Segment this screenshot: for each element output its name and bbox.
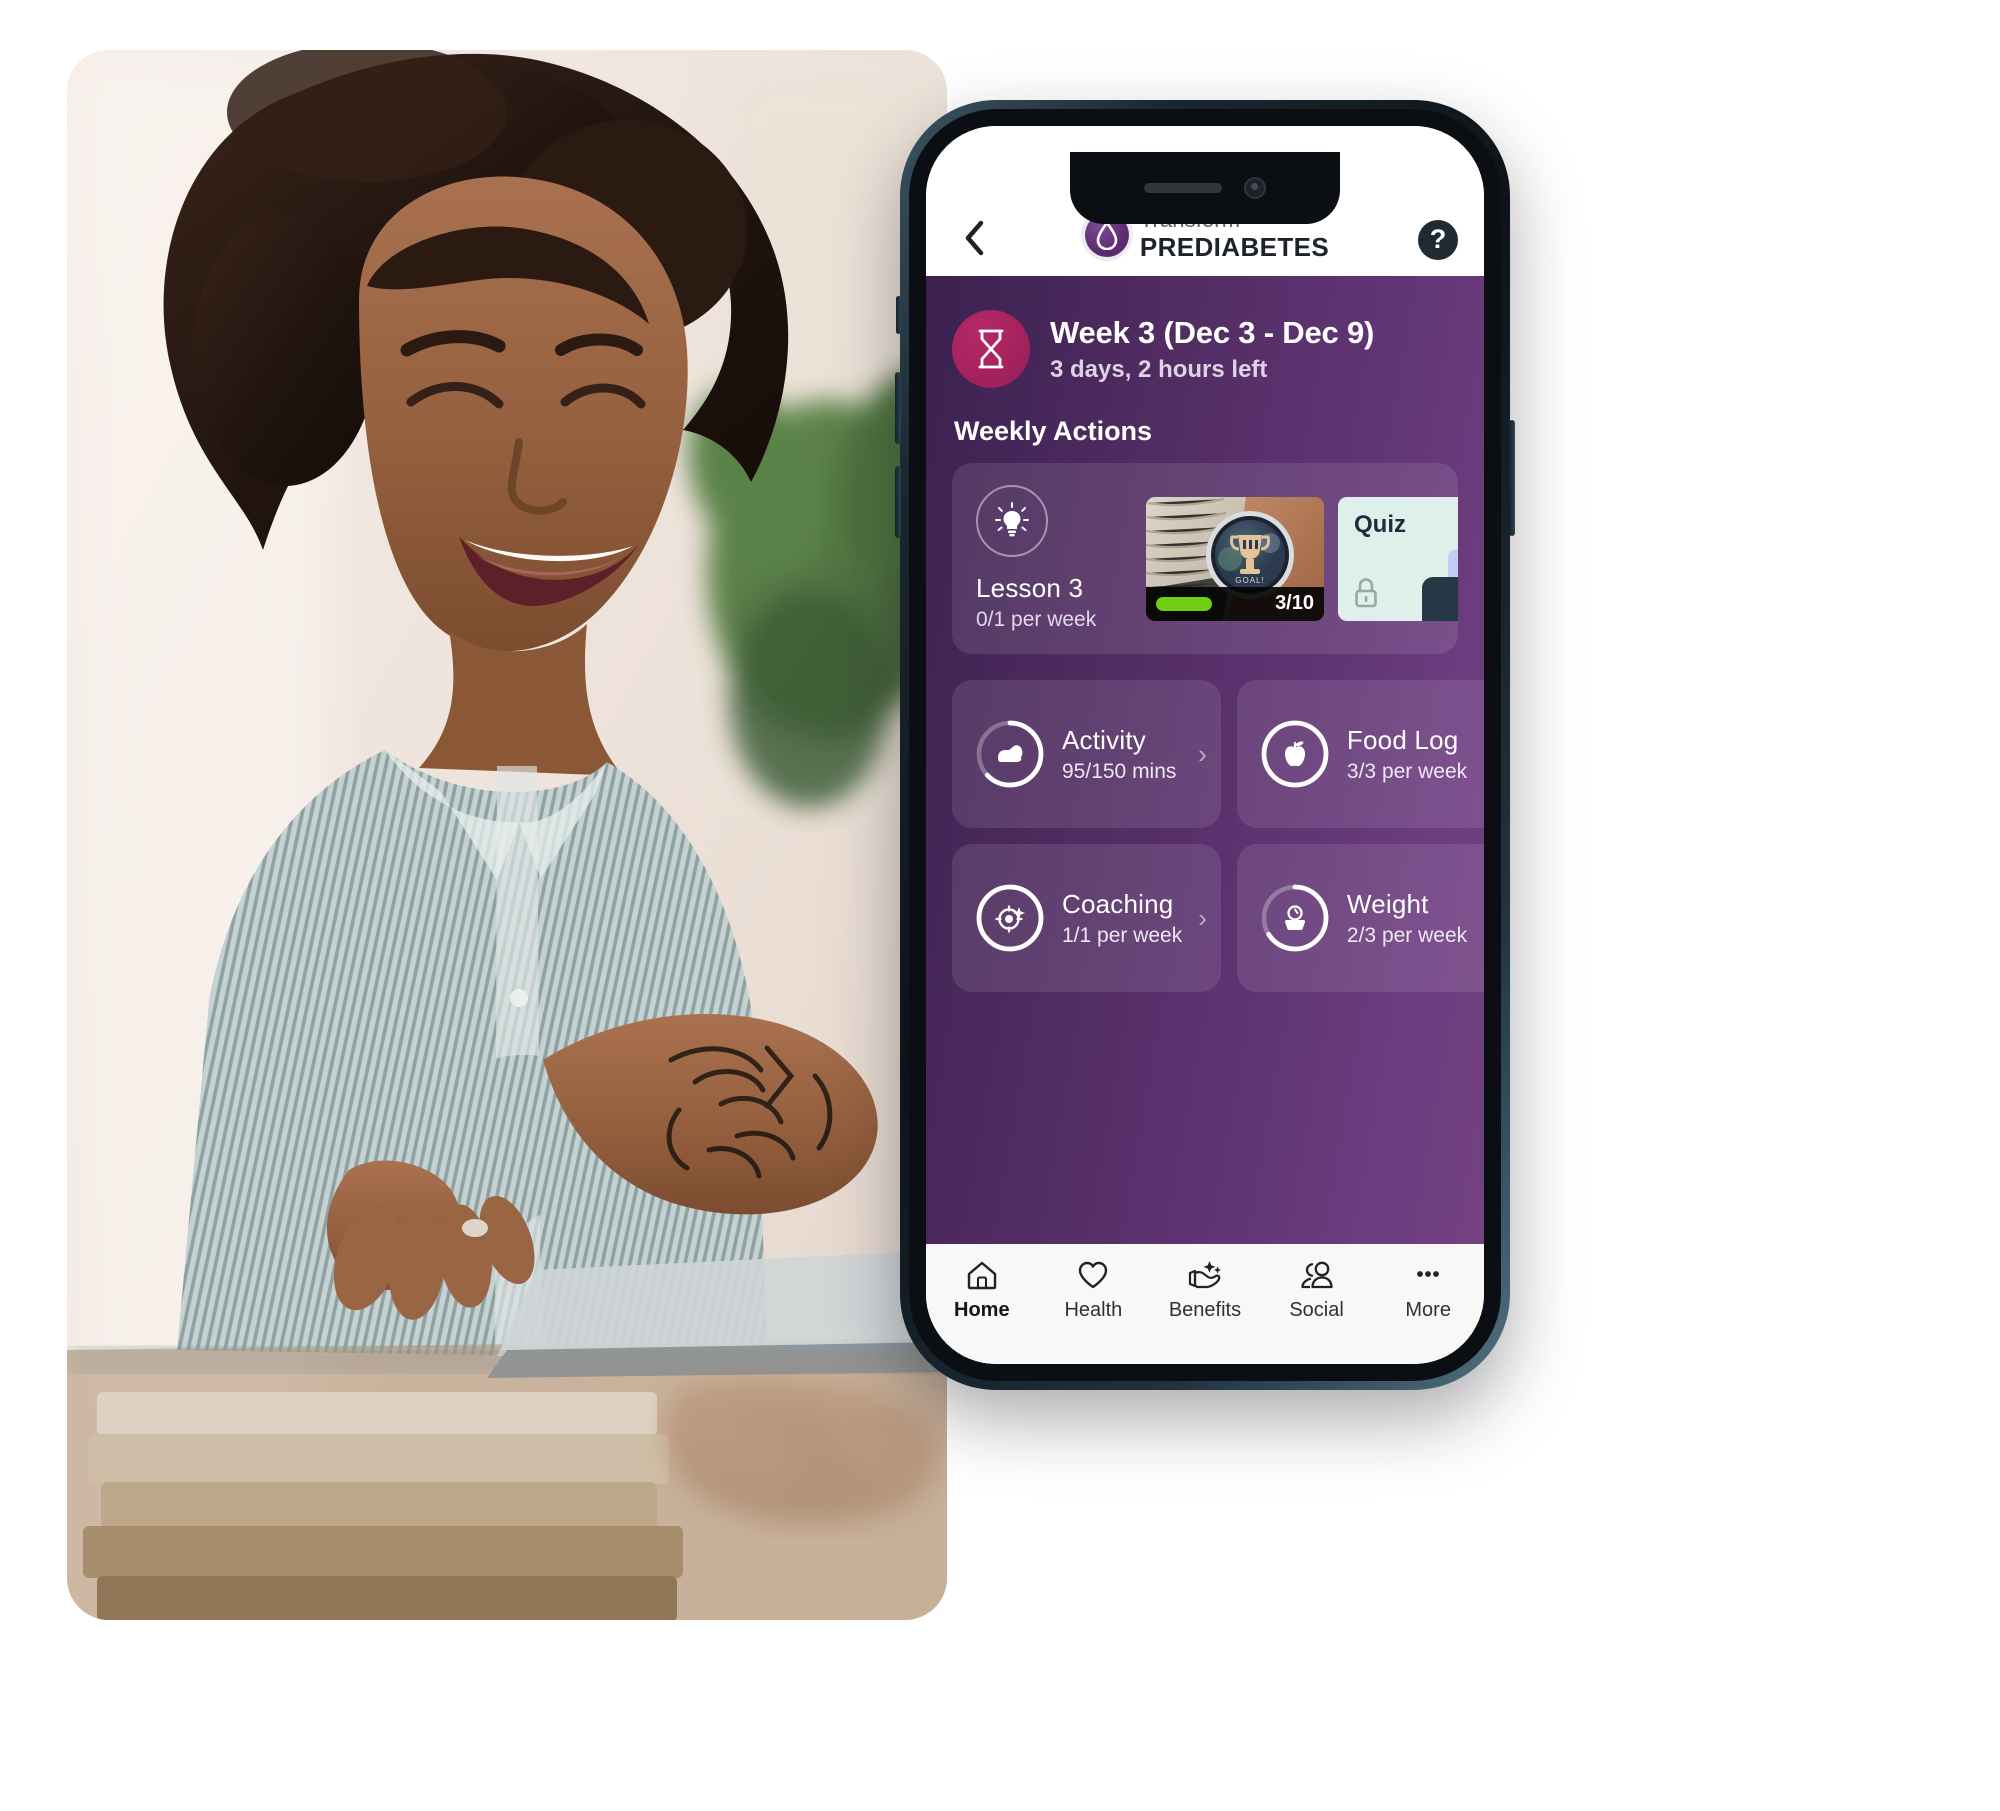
shoe-glyph <box>998 745 1023 762</box>
foodlog-text: Food Log 3/3 per week <box>1347 725 1467 784</box>
phone-screen: Transform PREDIABETES ? Week 3 ( <box>926 126 1484 1364</box>
hero-photo <box>67 50 947 1620</box>
heart-icon <box>1077 1258 1109 1292</box>
lesson-name: Lesson 3 <box>976 573 1084 603</box>
tab-more[interactable]: More <box>1372 1258 1484 1322</box>
tab-benefits[interactable]: Benefits <box>1149 1258 1261 1322</box>
ellipsis-glyph <box>1417 1271 1440 1277</box>
app-content: Week 3 (Dec 3 - Dec 9) 3 days, 2 hours l… <box>926 276 1484 1244</box>
hand-sparkle-glyph <box>1188 1261 1221 1289</box>
chevron-right-icon: › <box>1198 903 1207 933</box>
help-button[interactable]: ? <box>1418 220 1458 260</box>
power-button[interactable] <box>1509 420 1515 536</box>
apple-glyph <box>1284 741 1305 767</box>
week-countdown: 3 days, 2 hours left <box>1050 355 1268 383</box>
lesson-frequency: 0/1 per week <box>976 608 1097 631</box>
earpiece-speaker <box>1144 183 1222 193</box>
coach-target-icon <box>995 903 1025 933</box>
ellipsis-icon <box>1412 1258 1444 1292</box>
coaching-value: 1/1 per week <box>1062 923 1183 947</box>
coaching-name: Coaching <box>1062 888 1174 919</box>
lightbulb-glyph <box>995 502 1029 537</box>
home-icon <box>966 1258 998 1292</box>
week-title: Week 3 (Dec 3 - Dec 9) <box>1050 314 1375 350</box>
front-camera-icon <box>1244 177 1266 199</box>
chevron-right-icon: › <box>1483 905 1484 931</box>
lock-glyph <box>1355 577 1377 607</box>
quiz-thumbnail[interactable]: Quiz <box>1338 496 1458 621</box>
tab-social[interactable]: Social <box>1261 1258 1373 1322</box>
phone-mockup: Transform PREDIABETES ? Week 3 ( <box>895 100 1515 1390</box>
lock-icon <box>1352 577 1380 609</box>
quiz-shape-dark <box>1422 576 1458 621</box>
activity-value: 95/150 mins <box>1062 759 1177 783</box>
water-drop-glyph <box>1096 221 1118 250</box>
metrics-grid: Activity 95/150 mins › Food Log 3/3 per … <box>952 680 1484 992</box>
weight-value: 2/3 per week <box>1346 923 1468 947</box>
people-glyph <box>1300 1261 1333 1289</box>
weight-progress-ring <box>1259 882 1331 954</box>
foodlog-progress-ring <box>1259 718 1331 790</box>
metric-card-coaching[interactable]: Coaching 1/1 per week › <box>952 844 1221 992</box>
mute-switch[interactable] <box>896 296 901 334</box>
lesson-thumbnails: GOAL! 3/10 Quiz <box>1146 496 1458 621</box>
coach-target-glyph <box>995 905 1025 933</box>
lesson-progress-count: 3/10 <box>1275 592 1314 614</box>
quiz-label: Quiz <box>1354 510 1406 538</box>
shoe-icon <box>995 743 1025 765</box>
apple-icon <box>1282 739 1308 769</box>
chevron-right-icon: › <box>1483 741 1484 767</box>
lesson-card[interactable]: Lesson 3 0/1 per week GOAL! 3/10 Quiz <box>952 463 1458 654</box>
home-glyph <box>967 1261 996 1290</box>
chevron-right-icon: › <box>1198 739 1207 769</box>
metric-card-activity[interactable]: Activity 95/150 mins › <box>952 680 1221 828</box>
lesson-info: Lesson 3 0/1 per week <box>976 485 1124 632</box>
tab-health-label: Health <box>1064 1299 1123 1321</box>
tab-benefits-label: Benefits <box>1168 1299 1242 1321</box>
lightbulb-icon <box>976 485 1048 557</box>
back-button[interactable] <box>952 216 996 260</box>
tab-home[interactable]: Home <box>926 1258 1038 1322</box>
tab-health[interactable]: Health <box>1038 1258 1150 1322</box>
hand-sparkle-icon <box>1187 1258 1223 1292</box>
activity-name: Activity <box>1062 724 1146 755</box>
brand-name-bottom: PREDIABETES <box>1139 232 1330 262</box>
phone-notch <box>1070 152 1340 224</box>
volume-down-button[interactable] <box>895 466 901 538</box>
scale-icon <box>1281 904 1309 932</box>
weight-text: Weight 2/3 per week <box>1347 889 1467 948</box>
hourglass-icon <box>952 310 1030 388</box>
bottom-tab-bar: Home Health Benefits Social More <box>926 1244 1484 1364</box>
heart-glyph <box>1079 1261 1108 1289</box>
hero-photo-illustration <box>67 50 947 1620</box>
coaching-text: Coaching 1/1 per week <box>1062 889 1182 948</box>
tab-home-label: Home <box>954 1299 1010 1321</box>
weekly-actions-title: Weekly Actions <box>954 416 1153 446</box>
hourglass-glyph <box>978 329 1004 369</box>
chevron-left-icon <box>965 220 984 256</box>
lesson-video-thumbnail[interactable]: GOAL! 3/10 <box>1146 496 1324 621</box>
promo-card: Transform PREDIABETES ? Week 3 ( <box>0 0 2000 1811</box>
svg-text:GOAL!: GOAL! <box>1235 576 1264 585</box>
week-banner: Week 3 (Dec 3 - Dec 9) 3 days, 2 hours l… <box>952 298 1458 406</box>
metric-card-food-log[interactable]: Food Log 3/3 per week › <box>1236 680 1484 828</box>
tab-social-label: Social <box>1289 1299 1344 1321</box>
activity-text: Activity 95/150 mins <box>1062 725 1182 784</box>
scale-glyph <box>1284 905 1305 930</box>
foodlog-value: 3/3 per week <box>1346 759 1468 783</box>
progress-pill <box>1156 596 1212 611</box>
metric-card-weight[interactable]: Weight 2/3 per week › <box>1236 844 1484 992</box>
weight-name: Weight <box>1346 888 1429 919</box>
coaching-progress-ring <box>974 882 1046 954</box>
tab-more-label: More <box>1405 1299 1451 1321</box>
foodlog-name: Food Log <box>1346 724 1459 755</box>
activity-progress-ring <box>974 718 1046 790</box>
volume-up-button[interactable] <box>895 372 901 444</box>
lesson-progress-bar: 3/10 <box>1146 586 1324 621</box>
people-icon <box>1299 1258 1335 1292</box>
